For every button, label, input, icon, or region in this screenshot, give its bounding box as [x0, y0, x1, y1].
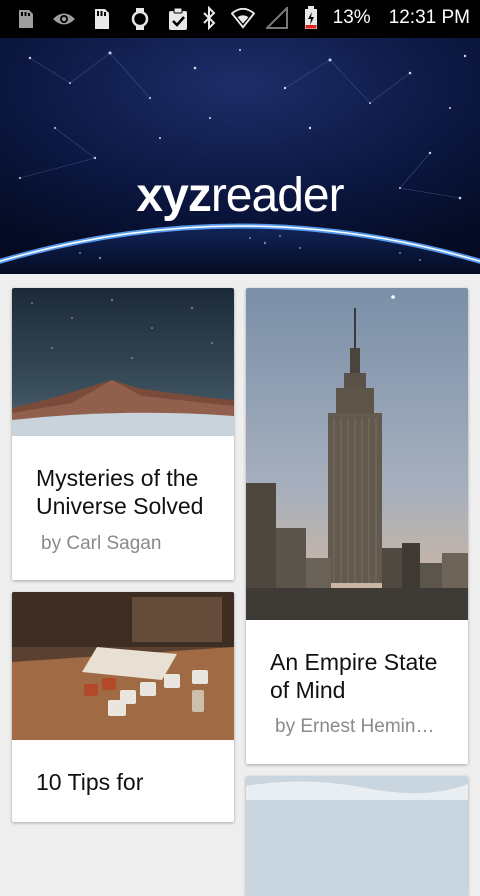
signal-icon — [265, 6, 289, 30]
bluetooth-icon — [197, 6, 221, 30]
clock-time: 12:31 PM — [388, 7, 470, 28]
wifi-icon — [230, 6, 255, 30]
article-title: 10 Tips for — [36, 769, 144, 795]
sd-card-icon — [90, 7, 114, 31]
battery-charging-icon — [299, 6, 323, 30]
article-card[interactable] — [246, 776, 468, 896]
article-card[interactable]: 10 Tips for — [12, 592, 234, 822]
eye-icon — [52, 7, 76, 31]
app-logo: xyzreader — [0, 168, 480, 223]
battery-percent: 13% — [332, 7, 371, 28]
article-title: Mysteries of the Universe Solved — [36, 465, 204, 519]
clipboard-check-icon — [166, 7, 190, 31]
system-icons: 13% 12:31 PM — [197, 6, 470, 30]
article-card[interactable]: An Empire State of Mind by Ernest Hemin… — [246, 288, 468, 764]
notification-icons — [14, 7, 190, 31]
article-card[interactable]: Mysteries of the Universe Solved by Carl… — [12, 288, 234, 580]
logo-bold-text: xyz — [136, 169, 211, 222]
logo-regular-text: reader — [210, 169, 345, 222]
article-thumbnail — [246, 776, 468, 896]
sd-card-icon — [14, 7, 38, 31]
app-header: xyzreader — [0, 38, 480, 274]
article-thumbnail — [12, 592, 234, 740]
status-bar: 13% 12:31 PM — [0, 0, 480, 38]
article-title: An Empire State of Mind — [270, 649, 438, 703]
header-starfield-image — [0, 38, 480, 274]
article-author: by Carl Sagan — [41, 533, 162, 554]
watch-icon — [128, 7, 152, 31]
article-thumbnail — [12, 288, 234, 436]
article-thumbnail — [246, 288, 468, 620]
article-author: by Ernest Hemin… — [275, 716, 435, 737]
